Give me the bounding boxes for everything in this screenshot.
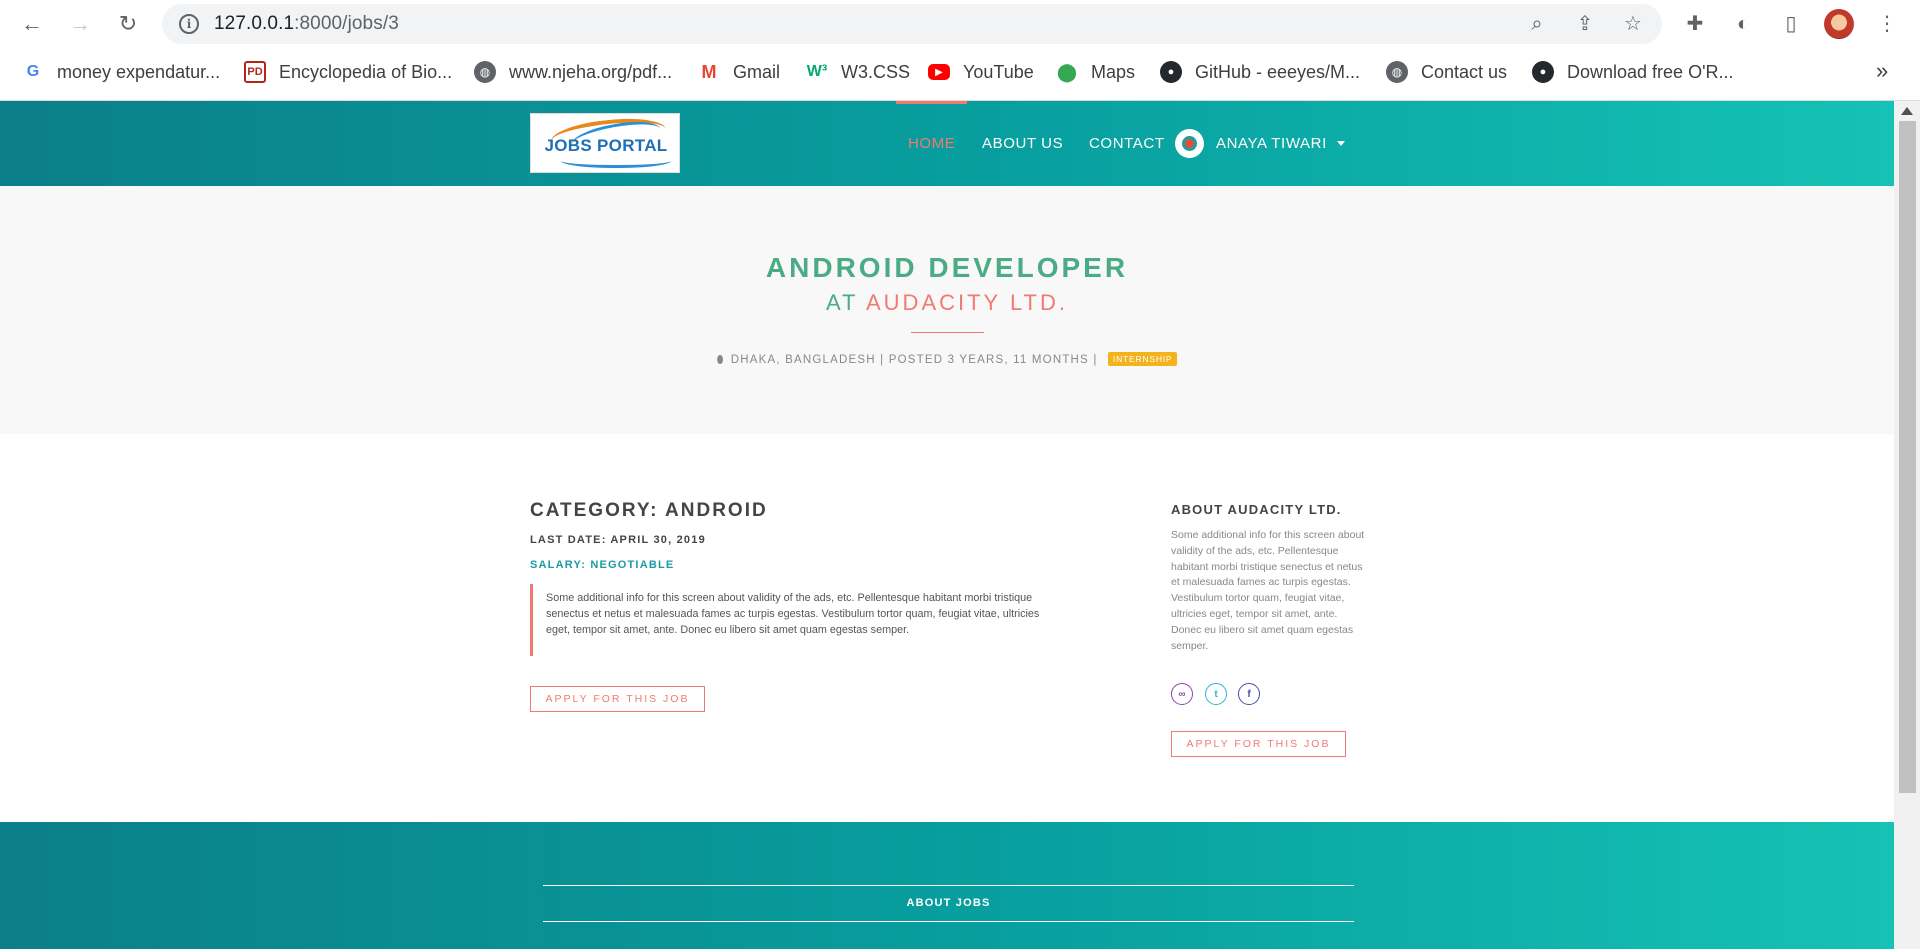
bookmark-label: YouTube: [963, 61, 1034, 82]
job-salary: SALARY: NEGOTIABLE: [530, 559, 675, 571]
company-about-text: Some additional info for this screen abo…: [1171, 529, 1365, 652]
browser-menu-icon[interactable]: ⋮: [1874, 11, 1900, 37]
job-details: CATEGORY: ANDROID LAST DATE: APRIL 30, 2…: [0, 434, 1894, 822]
job-location: DHAKA, BANGLADESH: [730, 354, 876, 366]
bookmark-label: Encyclopedia of Bio...: [279, 61, 453, 82]
bookmark-star-icon[interactable]: ☆: [1622, 13, 1644, 35]
bookmark-label: GitHub - eeeyes/M...: [1195, 61, 1361, 82]
user-menu[interactable]: ANAYA TIWARI: [1216, 101, 1345, 186]
google-icon: G: [26, 63, 40, 80]
zoom-icon[interactable]: ⌕: [1526, 13, 1548, 35]
location-pin-icon: ⬮: [716, 354, 725, 366]
job-hero: ANDROID DEVELOPER AT AUDACITY LTD. ⬮ DHAK…: [0, 186, 1894, 434]
scroll-up-icon[interactable]: [1901, 107, 1913, 115]
page-viewport: JOBS PORTAL HOME ABOUT US CONTACT ANAYA …: [0, 101, 1894, 949]
logo-swoosh: [561, 154, 671, 168]
job-meta: ⬮ DHAKA, BANGLADESH | POSTED 3 YEARS, 11 …: [0, 352, 1894, 367]
site-info-icon[interactable]: i: [179, 14, 199, 34]
browser-toolbar: ← → ↻ i 127.0.0.1:8000/jobs/3 ⌕ ⇪ ☆ ✚ ◐ …: [0, 0, 1920, 48]
job-company-line: AT AUDACITY LTD.: [0, 290, 1894, 316]
bookmark-item[interactable]: M Gmail: [698, 59, 781, 85]
site-header: JOBS PORTAL HOME ABOUT US CONTACT ANAYA …: [0, 101, 1894, 186]
w3-icon: W³: [806, 63, 828, 80]
url-text[interactable]: 127.0.0.1:8000/jobs/3: [214, 13, 399, 35]
caret-down-icon: [1336, 141, 1345, 146]
pd-icon: PD: [244, 61, 266, 83]
nav-about-us[interactable]: ABOUT US: [982, 101, 1063, 186]
address-bar[interactable]: i 127.0.0.1:8000/jobs/3 ⌕ ⇪ ☆: [162, 4, 1662, 44]
bookmark-item[interactable]: ◍ www.njeha.org/pdf...: [474, 59, 672, 85]
youtube-icon: ▶: [928, 64, 950, 80]
apply-button[interactable]: APPLY FOR THIS JOB: [530, 686, 705, 712]
bookmark-label: Maps: [1091, 61, 1136, 82]
extensions-icon[interactable]: ✚: [1682, 11, 1708, 37]
reload-icon[interactable]: ↻: [112, 8, 144, 40]
bookmark-label: Contact us: [1421, 61, 1508, 82]
facebook-icon[interactable]: f: [1238, 683, 1260, 705]
bookmark-item[interactable]: G money expendatur...: [22, 59, 220, 85]
nav-home[interactable]: HOME: [895, 101, 968, 186]
bookmark-label: W3.CSS: [841, 61, 911, 82]
github-icon: ●: [1160, 61, 1182, 83]
share-icon[interactable]: ⇪: [1574, 13, 1596, 35]
user-avatar[interactable]: [1175, 129, 1204, 158]
nav-contact[interactable]: CONTACT: [1089, 101, 1165, 186]
footer-divider: [543, 885, 1354, 886]
company-name: AUDACITY LTD.: [866, 290, 1068, 315]
scrollbar-thumb[interactable]: [1899, 121, 1916, 793]
bookmark-label: money expendatur...: [57, 61, 221, 82]
forward-icon[interactable]: →: [64, 8, 96, 40]
divider: [911, 332, 984, 333]
job-title: ANDROID DEVELOPER: [765, 252, 1129, 283]
bookmark-item[interactable]: W³ W3.CSS: [806, 59, 910, 85]
link-icon[interactable]: ∞: [1171, 683, 1193, 705]
footer-divider: [543, 921, 1354, 922]
avatar-image: [1182, 136, 1197, 151]
site-footer: ABOUT JOBS: [0, 822, 1894, 949]
browser-chrome: ← → ↻ i 127.0.0.1:8000/jobs/3 ⌕ ⇪ ☆ ✚ ◐ …: [0, 0, 1920, 101]
maps-icon: ⬤: [1056, 61, 1078, 82]
footer-title: ABOUT JOBS: [906, 897, 991, 909]
bookmark-label: www.njeha.org/pdf...: [509, 61, 673, 82]
bookmark-item[interactable]: ◍ Contact us: [1386, 59, 1507, 85]
side-panel-icon[interactable]: ▯: [1778, 11, 1804, 37]
gmail-icon: M: [701, 61, 717, 82]
performance-icon[interactable]: ◐: [1730, 11, 1756, 37]
sidebar-apply-button[interactable]: APPLY FOR THIS JOB: [1171, 731, 1346, 757]
job-last-date: LAST DATE: APRIL 30, 2019: [530, 534, 706, 546]
back-icon[interactable]: ←: [16, 8, 48, 40]
company-about-title: ABOUT AUDACITY LTD.: [1171, 502, 1342, 517]
logo-text: JOBS PORTAL: [544, 136, 668, 155]
bookmarks-overflow-icon[interactable]: »: [1876, 58, 1888, 84]
profile-avatar[interactable]: [1824, 9, 1854, 39]
job-category: CATEGORY: ANDROID: [530, 500, 768, 521]
user-name: ANAYA TIWARI: [1216, 135, 1327, 152]
bookmark-item[interactable]: ● GitHub - eeeyes/M...: [1160, 59, 1360, 85]
at-label: AT: [826, 290, 859, 315]
globe-icon: ◍: [1386, 61, 1408, 83]
job-posted: | POSTED 3 YEARS, 11 MONTHS |: [880, 354, 1098, 366]
bookmark-label: Download free O'R...: [1567, 61, 1734, 82]
job-description: Some additional info for this screen abo…: [530, 584, 1050, 656]
globe-icon: ◍: [474, 61, 496, 83]
bookmarks-bar: G money expendatur... PD Encyclopedia of…: [0, 54, 1920, 90]
twitter-icon[interactable]: t: [1205, 683, 1227, 705]
bookmark-item[interactable]: PD Encyclopedia of Bio...: [244, 59, 452, 85]
bookmark-item[interactable]: ▶ YouTube: [928, 59, 1034, 85]
site-logo[interactable]: JOBS PORTAL: [530, 113, 680, 173]
github-icon: ●: [1532, 61, 1554, 83]
bookmark-item[interactable]: ⬤ Maps: [1056, 59, 1135, 85]
job-type-badge: INTERNSHIP: [1107, 352, 1178, 366]
bookmark-label: Gmail: [733, 61, 781, 82]
page-scrollbar[interactable]: [1894, 101, 1920, 949]
bookmark-item[interactable]: ● Download free O'R...: [1532, 59, 1734, 85]
